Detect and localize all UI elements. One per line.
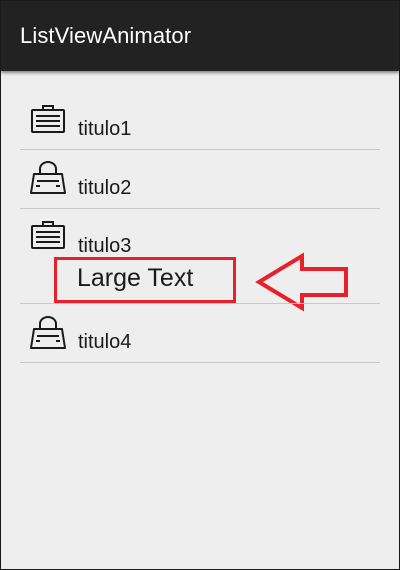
list-divider — [20, 149, 380, 150]
list-item-title: titulo4 — [78, 331, 132, 353]
action-bar: ListViewAnimator — [1, 1, 399, 71]
list-item-title: titulo1 — [78, 118, 132, 140]
list-item[interactable]: titulo4 — [20, 315, 380, 363]
screen-frame: ListViewAnimator titulo1 titulo2 titulo3… — [0, 0, 400, 570]
shopping-bag-icon — [29, 160, 67, 198]
expanded-large-text: Large Text — [77, 264, 194, 292]
briefcase-icon — [29, 102, 67, 140]
list-divider — [20, 303, 380, 304]
list-item[interactable]: titulo1 — [20, 102, 380, 149]
list-divider — [20, 362, 380, 363]
app-title: ListViewAnimator — [20, 23, 192, 48]
briefcase-icon — [29, 218, 67, 256]
shopping-bag-icon — [29, 315, 67, 353]
left-arrow-annotation-icon — [254, 251, 352, 318]
list-item-title: titulo3 — [78, 235, 132, 257]
list-divider — [20, 208, 380, 209]
list-item-title: titulo2 — [78, 177, 132, 199]
list-item[interactable]: titulo2 — [20, 160, 380, 208]
